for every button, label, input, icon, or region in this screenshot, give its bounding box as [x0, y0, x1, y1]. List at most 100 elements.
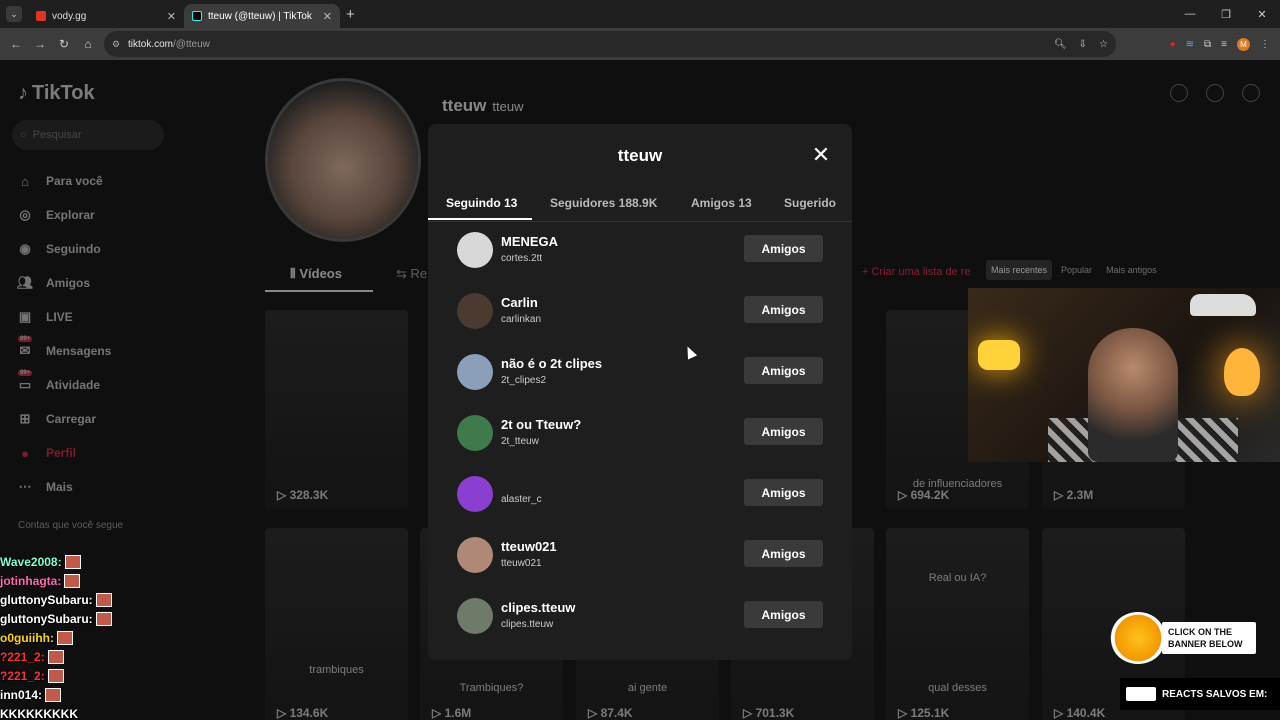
profile-avatar[interactable]: M	[1237, 37, 1250, 51]
video-views: ▷ 2.3M	[1054, 488, 1094, 502]
friends-icon: 👥︎	[16, 275, 34, 290]
tab-title: vody.gg	[52, 10, 87, 22]
create-list-link[interactable]: + Criar uma lista de re	[862, 266, 971, 278]
friends-button[interactable]: Amigos	[744, 418, 823, 445]
username[interactable]: alaster_c	[501, 494, 542, 505]
sidebar-item-amigos[interactable]: 👥︎ Amigos	[16, 266, 111, 300]
tab-amigos[interactable]: Amigos 13	[691, 196, 752, 210]
back-icon[interactable]: ←	[4, 37, 28, 51]
tab-vody[interactable]: vody.gg ✕	[28, 4, 184, 28]
extension-wave-icon[interactable]: ≋	[1186, 39, 1194, 50]
sidebar-item-atividade[interactable]: ▭ 99+ Atividade	[16, 368, 111, 402]
display-name[interactable]: MENEGA	[501, 234, 558, 249]
profile-name: tteuw	[442, 96, 487, 115]
logo-text: TikTok	[32, 82, 95, 104]
video-card[interactable]: ▷ 328.3K	[265, 310, 408, 510]
home-icon: ⌂	[21, 173, 29, 189]
username[interactable]: carlinkan	[501, 314, 541, 325]
media-icon[interactable]: ≡	[1221, 39, 1227, 50]
extension-red-icon[interactable]: ●	[1170, 39, 1176, 50]
forward-icon[interactable]: →	[28, 37, 52, 51]
tab-videos[interactable]: ⦀ Vídeos	[290, 266, 342, 282]
tab-seguidores[interactable]: Seguidores 188.9K	[550, 196, 657, 210]
avatar[interactable]	[457, 293, 493, 329]
tab-reposts[interactable]: ⇆ Re	[396, 266, 427, 282]
friends-button[interactable]: Amigos	[744, 540, 823, 567]
sidebar-item-explorar[interactable]: ◎ Explorar	[16, 198, 111, 232]
avatar[interactable]	[457, 415, 493, 451]
friends-button[interactable]: Amigos	[744, 479, 823, 506]
extensions-puzzle-icon[interactable]: ⧉	[1204, 39, 1211, 50]
sidebar-item-carregar[interactable]: ⊞ Carregar	[16, 402, 111, 436]
display-name[interactable]: não é o 2t clipes	[501, 356, 602, 371]
tab-sugerido[interactable]: Sugerido	[784, 196, 836, 210]
tab-close-icon[interactable]: ✕	[323, 10, 332, 23]
avatar[interactable]	[457, 476, 493, 512]
sidebar-item-seguindo[interactable]: ◉ Seguindo	[16, 232, 111, 266]
video-card[interactable]: trambiques ▷ 134.6K	[265, 528, 408, 720]
sort-oldest[interactable]: Mais antigos	[1101, 260, 1162, 280]
sort-popular[interactable]: Popular	[1056, 260, 1097, 280]
tab-search-icon[interactable]: ⌄	[6, 6, 22, 22]
video-views: ▷ 328.3K	[277, 488, 329, 502]
video-views: ▷ 134.6K	[277, 706, 329, 720]
home-icon[interactable]: ⌂	[76, 37, 100, 51]
sidebar-item-label: LIVE	[46, 310, 73, 324]
site-info-icon[interactable]: ⚙	[112, 39, 120, 50]
install-icon[interactable]: ⇩	[1079, 39, 1087, 50]
search-input[interactable]: ○ Pesquisar	[12, 120, 164, 150]
tab-tiktok[interactable]: tteuw (@tteuw) | TikTok ✕	[184, 4, 340, 28]
friends-button[interactable]: Amigos	[744, 357, 823, 384]
user-avatar[interactable]	[1242, 84, 1260, 102]
maximize-button[interactable]: ❐	[1208, 8, 1244, 21]
avatar[interactable]	[457, 598, 493, 634]
bookmark-star-icon[interactable]: ☆	[1099, 39, 1108, 50]
display-name[interactable]: Carlin	[501, 295, 538, 310]
sidebar-item-mais[interactable]: ⋯ Mais	[16, 470, 111, 504]
friends-button[interactable]: Amigos	[744, 235, 823, 262]
url-input[interactable]: ⚙ tiktok.com/@tteuw 🔍︎ ⇩ ☆	[104, 31, 1116, 57]
username[interactable]: cortes.2tt	[501, 253, 542, 264]
display-name[interactable]: 2t ou Tteuw?	[501, 417, 581, 432]
sidebar-item-live[interactable]: ▣ LIVE	[16, 300, 111, 334]
close-icon[interactable]: ✕	[810, 144, 832, 166]
zoom-icon[interactable]: 🔍︎	[1054, 39, 1067, 50]
coins-icon[interactable]	[1170, 84, 1188, 102]
sidebar-item-label: Amigos	[46, 276, 91, 290]
sidebar-item-para-voce[interactable]: ⌂ Para você	[16, 164, 111, 198]
tiktok-logo[interactable]: ♪ TikTok	[18, 82, 95, 105]
reload-icon[interactable]: ↻	[52, 37, 76, 51]
device-icon[interactable]	[1206, 84, 1224, 102]
emote-icon	[45, 687, 62, 702]
menu-dots-icon[interactable]: ⋮	[1260, 39, 1270, 50]
chat-message: KKKKKKKKK	[0, 706, 78, 720]
close-window-button[interactable]: ✕	[1244, 8, 1280, 21]
avatar[interactable]	[457, 232, 493, 268]
profile-avatar-large	[265, 78, 421, 242]
minimize-button[interactable]: —	[1172, 8, 1208, 20]
friends-button[interactable]: Amigos	[744, 296, 823, 323]
friends-button[interactable]: Amigos	[744, 601, 823, 628]
video-card[interactable]: Real ou IA? qual desses ▷ 125.1K	[886, 528, 1029, 720]
avatar[interactable]	[457, 537, 493, 573]
lamp-light-shape	[978, 340, 1020, 370]
display-name[interactable]: tteuw021	[501, 539, 557, 554]
sidebar-item-mensagens[interactable]: ✉ 99+ Mensagens	[16, 334, 111, 368]
username[interactable]: 2t_tteuw	[501, 436, 539, 447]
tab-seguindo[interactable]: Seguindo 13	[446, 196, 517, 210]
chat-line: inn014:	[0, 685, 130, 704]
tab-close-icon[interactable]: ✕	[167, 10, 176, 23]
emote-icon	[57, 630, 73, 645]
avatar[interactable]	[457, 354, 493, 390]
username[interactable]: 2t_clipes2	[501, 375, 546, 386]
sidebar-item-perfil[interactable]: ● Perfil	[16, 436, 111, 470]
sort-recent[interactable]: Mais recentes	[986, 260, 1053, 280]
username[interactable]: clipes.tteuw	[501, 619, 553, 630]
display-name[interactable]: clipes.tteuw	[501, 600, 575, 615]
emote-icon	[47, 668, 64, 683]
sidebar-item-label: Mais	[46, 480, 73, 494]
sidebar-nav: ⌂ Para você ◎ Explorar ◉ Seguindo 👥︎ Amigos …	[16, 164, 112, 504]
list-item: alaster_c Amigos	[428, 464, 852, 525]
new-tab-button[interactable]: +	[346, 6, 355, 23]
username[interactable]: tteuw021	[501, 558, 542, 569]
